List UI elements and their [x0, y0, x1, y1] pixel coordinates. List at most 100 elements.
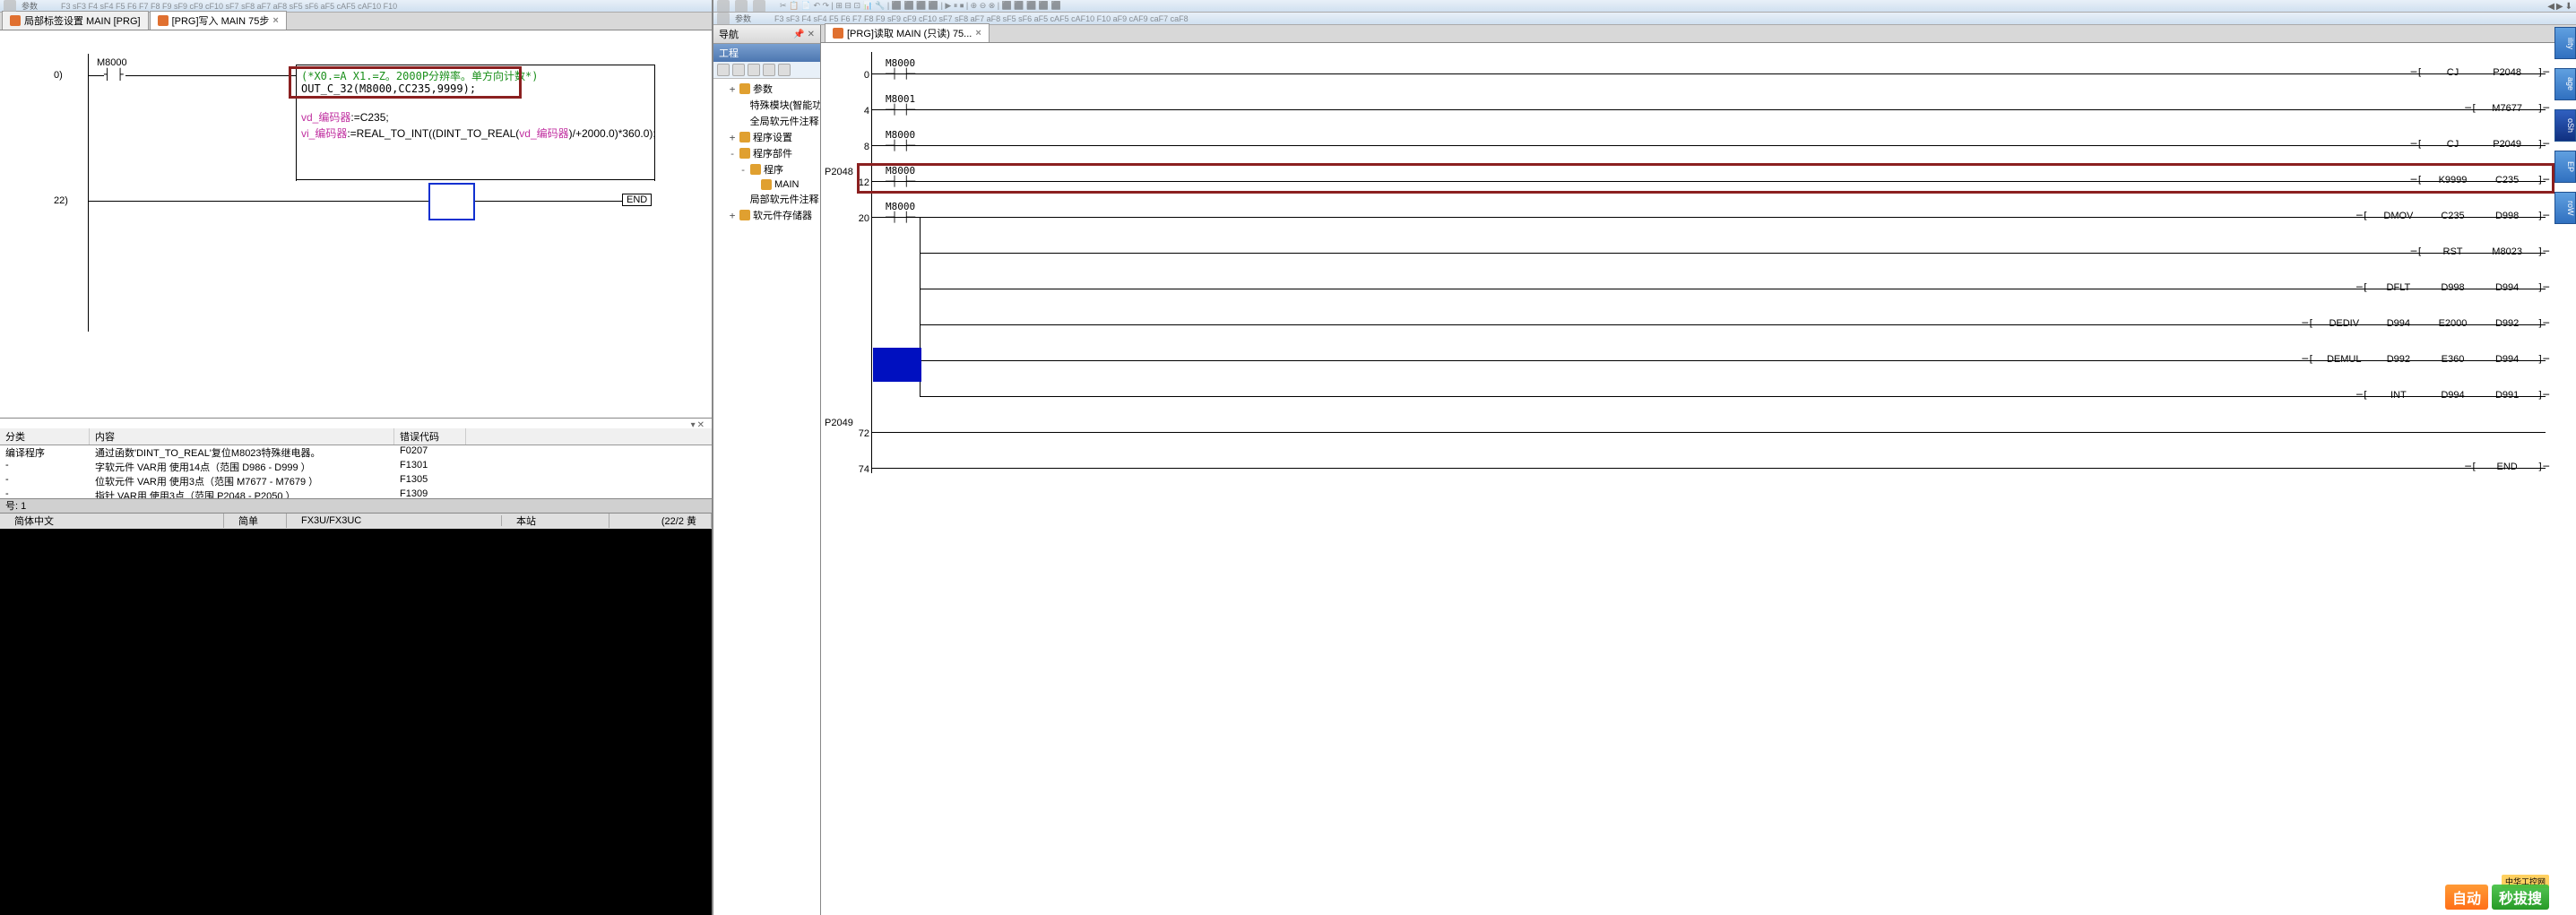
nav-btn[interactable] [732, 64, 745, 76]
watermark-text2: 秒拔搜 [2492, 885, 2549, 910]
open-icon[interactable] [735, 0, 748, 13]
wire [125, 75, 296, 76]
side-tab[interactable]: ility [2554, 27, 2576, 59]
save-icon[interactable] [753, 0, 765, 13]
watermark: 自动 秒拔搜 [2445, 885, 2549, 910]
tab-prg-read-main[interactable]: [PRG]读取 MAIN (只读) 75... × [825, 23, 990, 42]
program-icon [158, 15, 169, 26]
code-text: :=C235; [350, 111, 388, 124]
nav-title-text: 导航 [719, 27, 739, 41]
tab-local-labels[interactable]: 局部标签设置 MAIN [PRG] [2, 11, 149, 30]
nav-btn[interactable] [763, 64, 775, 76]
navigation-panel: 导航 📌 ✕ 工程 +参数 特殊模块(智能功能模块) 全局软元件注释+程序设置-… [713, 25, 821, 915]
rung-number: 72 [846, 428, 869, 439]
tree-node[interactable]: 特殊模块(智能功能模块) [715, 97, 818, 113]
output-instruction: ─[ INT D994 D991 ]─ [2356, 389, 2549, 401]
status-host: 本站 [502, 514, 609, 528]
project-tree[interactable]: +参数 特殊模块(智能功能模块) 全局软元件注释+程序设置-程序部件-程序 MA… [713, 79, 820, 915]
tab-label: [PRG]写入 MAIN 75步 [172, 13, 270, 28]
tree-node[interactable]: -程序部件 [715, 145, 818, 161]
tree-node[interactable]: -程序 [715, 161, 818, 177]
code-statement[interactable]: OUT_C_32(M8000,CC235,9999); [301, 82, 476, 95]
header-errorcode[interactable]: 错误代码 [394, 428, 466, 445]
watermark-text1: 自动 [2445, 885, 2488, 910]
left-editor-pane: 参数 F3 sF3 F4 sF4 F5 F6 F7 F8 F9 sF9 cF9 … [0, 0, 713, 915]
right-tabbar: [PRG]读取 MAIN (只读) 75... × ◀▶⬇ [821, 25, 2576, 43]
contact-symbol: ┤ ├ [104, 68, 124, 81]
right-ladder-viewer[interactable]: 0M8000─┤ ├──[ CJ P2048 ]─4M8001─┤ ├──[ M… [821, 43, 2576, 915]
right-toolbar-2[interactable]: 参数 F3 sF3 F4 sF4 F5 F6 F7 F8 F9 sF9 cF9 … [713, 13, 2576, 25]
output-instruction: ─[ M7677 ]─ [2465, 102, 2549, 114]
status-prefix: 号: 1 [5, 498, 26, 513]
toolbar-icon[interactable] [4, 0, 16, 13]
header-content[interactable]: 内容 [90, 428, 394, 445]
code-variable: vd_编码器 [301, 111, 350, 124]
tree-node[interactable]: +软元件存储器 [715, 207, 818, 223]
code-statement[interactable]: vd_编码器:=C235; [301, 109, 389, 125]
program-icon [833, 28, 843, 39]
rung-number: 22) [54, 195, 68, 206]
docked-side-tabs: ility age oSh EP roW [2554, 27, 2576, 224]
new-icon[interactable] [717, 0, 730, 13]
pointer-label: P2049 [825, 418, 853, 428]
tree-node[interactable]: 全局软元件注释 [715, 113, 818, 129]
rung-number: 74 [846, 464, 869, 475]
wire [871, 217, 2546, 218]
error-row[interactable]: -字软元件 VAR用 使用14点（范围 D986 - D999 ）F1301 [0, 460, 712, 474]
wire [871, 109, 2546, 110]
tab-label: 局部标签设置 MAIN [PRG] [24, 13, 141, 28]
tree-node[interactable]: +程序设置 [715, 129, 818, 145]
rung-number: 20 [846, 213, 869, 224]
panel-controls[interactable]: ▾✕ [0, 420, 708, 430]
console-blank [0, 529, 712, 915]
toolbar-label: 参数 [735, 13, 751, 24]
error-table-body[interactable]: 编译程序通过函数'DINT_TO_REAL'复位M8023特殊继电器。F0207… [0, 445, 712, 498]
left-ladder-editor[interactable]: 0) M8000 ┤ ├ (*X0.=A X1.=Z。2000P分辨率。单方向计… [0, 30, 712, 418]
tab-label: [PRG]读取 MAIN (只读) 75... [847, 26, 972, 40]
rung-number: 0 [846, 70, 869, 81]
output-instruction: ─[ RST M8023 ]─ [2411, 246, 2549, 257]
status-cpu: FX3U/FX3UC [287, 515, 502, 526]
error-row[interactable]: 编译程序通过函数'DINT_TO_REAL'复位M8023特殊继电器。F0207 [0, 445, 712, 460]
right-toolbar-1[interactable]: ✂ 📋 📄 ↶ ↷ | ⊞ ⊟ ⊡ 📊 🔧 | ⬛ ⬛ ⬛ ⬛ | ▶ ⏸ ⏹ … [713, 0, 2576, 13]
pointer-label: P2048 [825, 167, 853, 177]
left-bus-rail [871, 52, 872, 473]
wire [871, 145, 2546, 146]
contact-label: M8000 [97, 57, 127, 68]
tree-node[interactable]: MAIN [715, 177, 818, 191]
tree-node[interactable]: +参数 [715, 81, 818, 97]
code-statement[interactable]: vi_编码器:=REAL_TO_INT((DINT_TO_REAL(vd_编码器… [301, 125, 656, 141]
nav-panel-header[interactable]: 导航 📌 ✕ [713, 25, 820, 44]
pane-window-controls[interactable]: ◀▶⬇ [2547, 2, 2572, 12]
nav-btn[interactable] [778, 64, 791, 76]
tree-node[interactable]: 局部软元件注释 [715, 191, 818, 207]
output-instruction: ─[ CJ P2049 ]─ [2411, 138, 2549, 150]
project-header[interactable]: 工程 [713, 44, 820, 62]
toolbar-icon[interactable] [717, 13, 730, 25]
side-tab[interactable]: EP [2554, 151, 2576, 183]
rung-number: 4 [846, 106, 869, 117]
output-instruction: ─[ END ]─ [2465, 461, 2549, 472]
side-tab[interactable]: roW [2554, 192, 2576, 224]
header-category[interactable]: 分类 [0, 428, 90, 445]
output-instruction: ─[ DFLT D998 D994 ]─ [2356, 281, 2549, 293]
side-tab[interactable]: age [2554, 68, 2576, 100]
status-line: 号: 1 [0, 498, 712, 513]
side-tab[interactable]: oSh [2554, 109, 2576, 142]
wire [920, 396, 2546, 397]
nav-btn[interactable] [717, 64, 730, 76]
error-row[interactable]: -位软元件 VAR用 使用3点（范围 M7677 - M7679 ）F1305 [0, 474, 712, 488]
selection-highlight [873, 348, 921, 382]
end-instruction: END [622, 194, 652, 206]
selection-box[interactable] [428, 183, 475, 220]
wire [654, 65, 655, 181]
code-text: )/+2000.0)*360.0); [569, 127, 656, 140]
close-icon[interactable]: × [975, 28, 981, 39]
pin-icon[interactable]: 📌 ✕ [793, 30, 815, 39]
close-icon[interactable]: × [272, 15, 278, 26]
tab-prg-write-main[interactable]: [PRG]写入 MAIN 75步 × [150, 11, 287, 30]
error-row[interactable]: -指针 VAR用 使用3点（范围 P2048 - P2050 ）F1309 [0, 488, 712, 498]
error-table-header: 分类 内容 错误代码 [0, 428, 712, 445]
nav-btn[interactable] [748, 64, 760, 76]
highlight-red-frame [857, 163, 2554, 194]
